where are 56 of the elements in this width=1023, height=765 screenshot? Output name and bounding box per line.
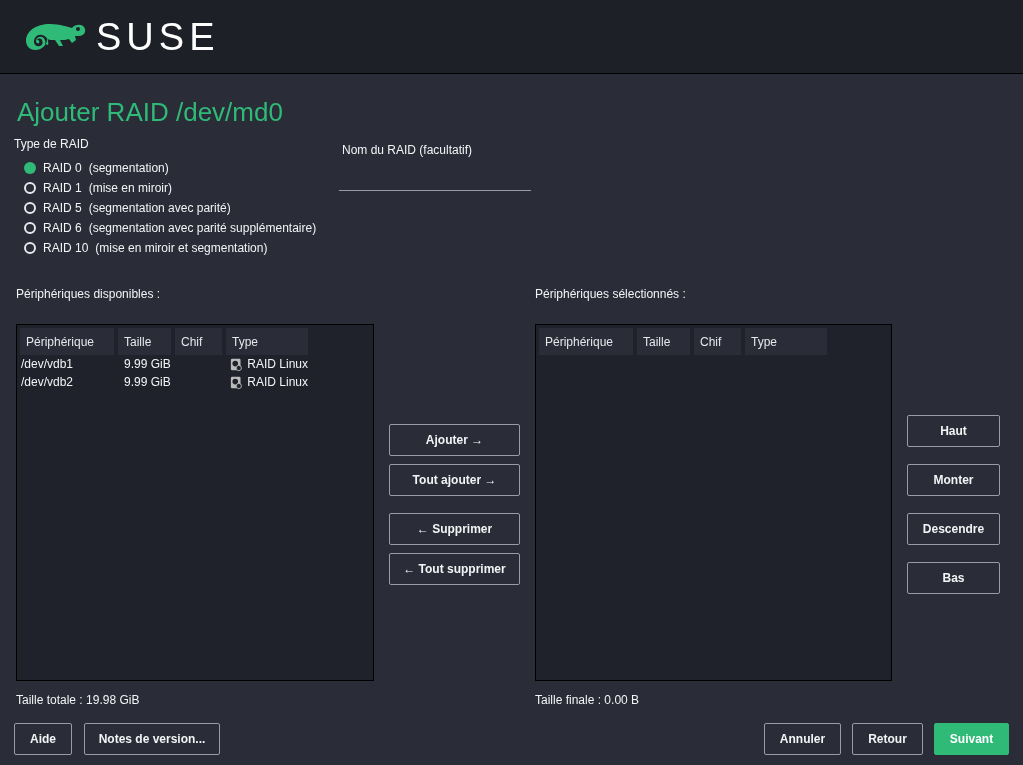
dialog-button[interactable]: Monter — [907, 463, 1000, 496]
radio-button[interactable] — [24, 201, 36, 214]
radio-label: RAID 0 — [43, 159, 82, 177]
dialog-button[interactable]: Ajouter → — [389, 423, 520, 456]
radio-button[interactable] — [24, 221, 36, 234]
dialog-button[interactable]: ← Supprimer — [389, 512, 520, 545]
radio-button[interactable] — [24, 181, 36, 194]
radio-option[interactable]: RAID 1 (mise en miroir) — [24, 180, 339, 195]
radio-description: (mise en miroir) — [88, 179, 173, 197]
radio-description: (segmentation avec parité supplémentaire) — [88, 219, 317, 237]
radio-label: RAID 5 — [43, 199, 82, 217]
column-header[interactable]: Périphérique — [20, 328, 114, 355]
table-row[interactable]: /dev/vdb1 9.99 GiB RAID Linux — [20, 355, 370, 373]
dialog-button[interactable]: Notes de version... — [84, 723, 220, 755]
radio-option[interactable]: RAID 5 (segmentation avec parité) — [24, 200, 339, 215]
dialog-button[interactable]: Aide — [14, 723, 72, 755]
radio-button[interactable] — [24, 241, 36, 254]
table-cell-text: /dev/vdb1 — [20, 356, 75, 373]
dialog-button[interactable]: Descendre — [907, 512, 1000, 545]
column-header[interactable]: Taille — [118, 328, 171, 355]
radio-description: (segmentation) — [88, 159, 169, 177]
list-label: Périphériques disponibles : — [16, 286, 162, 303]
radio-option[interactable]: RAID 0 (segmentation) — [24, 160, 339, 175]
radio-label: RAID 10 — [43, 239, 89, 257]
list-label: Périphériques sélectionnés : — [535, 286, 687, 303]
dialog-button[interactable]: Bas — [907, 561, 1000, 594]
column-header[interactable]: Type — [745, 328, 827, 355]
page-title: Ajouter RAID /dev/md0 — [17, 96, 284, 129]
column-header[interactable]: Chif — [175, 328, 222, 355]
column-header[interactable]: Chif — [694, 328, 741, 355]
dialog-button[interactable]: ← Tout supprimer — [389, 552, 520, 585]
dialog-button[interactable]: Annuler — [764, 723, 841, 755]
table-cell-text: /dev/vdb2 — [20, 374, 75, 391]
table-cell-text: 9.99 GiB — [123, 374, 171, 391]
total-size: Taille totale : 19.98 GiB — [16, 692, 141, 709]
radio-description: (segmentation avec parité) — [88, 199, 231, 217]
table-cell-text: 9.99 GiB — [123, 356, 171, 373]
radio-description: (mise en miroir et segmentation) — [95, 239, 268, 257]
dialog-button[interactable]: Tout ajouter → — [389, 463, 520, 496]
table-cell-text: RAID Linux — [247, 374, 308, 391]
group-label: Type de RAID — [14, 136, 90, 153]
radio-label: RAID 6 — [43, 219, 82, 237]
radio-label: RAID 1 — [43, 179, 82, 197]
dialog-button[interactable]: Haut — [907, 414, 1000, 447]
table-cell-text: RAID Linux — [247, 356, 308, 373]
field-label: Nom du RAID (facultatif) — [342, 142, 474, 159]
column-header[interactable]: Type — [226, 328, 308, 355]
logo-wordmark: SUSE — [96, 17, 220, 56]
column-header[interactable]: Taille — [637, 328, 690, 355]
dialog-button[interactable]: Retour — [852, 723, 923, 755]
total-size: Taille finale : 0.00 B — [535, 692, 641, 709]
radio-option[interactable]: RAID 6 (segmentation avec parité supplémentaire) — [24, 220, 339, 235]
column-header[interactable]: Périphérique — [539, 328, 633, 355]
radio-option[interactable]: RAID 10 (mise en miroir et segmentation) — [24, 240, 339, 255]
table-row[interactable]: /dev/vdb2 9.99 GiB RAID Linux — [20, 373, 370, 391]
radio-button[interactable] — [24, 161, 36, 174]
